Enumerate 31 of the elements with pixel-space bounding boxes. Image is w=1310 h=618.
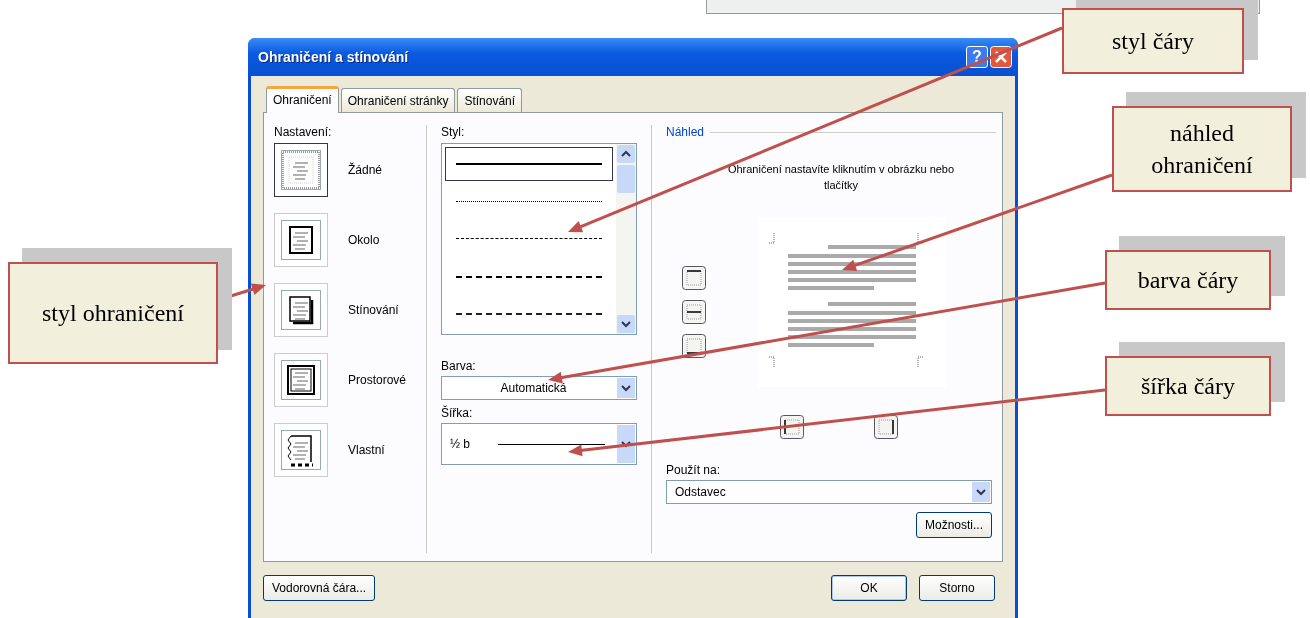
line-style-list[interactable] — [441, 143, 637, 335]
width-dropdown[interactable]: ½ b — [441, 423, 637, 465]
setting-label[interactable]: Žádné — [348, 163, 383, 177]
width-label: Šířka: — [441, 406, 474, 420]
cancel-button[interactable]: Storno — [919, 575, 995, 601]
line-style-option[interactable] — [445, 147, 613, 181]
scroll-thumb[interactable] — [617, 165, 635, 193]
preview-hint: Ohraničení nastavíte kliknutím v obrázku nebo tlačítky — [726, 162, 956, 193]
setting-label[interactable]: Vlastní — [348, 443, 385, 457]
border-toggle-icon[interactable] — [682, 300, 706, 324]
style-label: Styl: — [441, 125, 466, 139]
tab[interactable]: Ohraničení stránky — [340, 88, 456, 112]
settings-label: Nastavení: — [274, 125, 333, 139]
setting-label[interactable]: Okolo — [348, 233, 380, 247]
tab[interactable]: Ohraničení — [266, 86, 339, 113]
border-setting-icon[interactable] — [274, 143, 328, 197]
apply-to-dropdown[interactable]: Odstavec — [666, 480, 992, 504]
ok-button[interactable]: OK — [831, 575, 907, 601]
border-toggle-icon[interactable] — [874, 415, 898, 439]
color-label: Barva: — [441, 359, 477, 373]
scrollbar[interactable] — [616, 144, 636, 334]
window-title: Ohraničení a stínování — [258, 49, 410, 65]
setting-label[interactable]: Stínování — [348, 303, 399, 317]
preview-label: Náhled — [666, 125, 705, 139]
horizontal-line-button[interactable]: Vodorovná čára... — [263, 575, 376, 601]
color-dropdown[interactable]: Automatická — [441, 376, 637, 400]
apply-to-label: Použít na: — [666, 463, 722, 477]
options-button[interactable]: Možnosti... — [915, 512, 992, 538]
border-toggle-icon[interactable] — [682, 266, 706, 290]
tab[interactable]: Stínování — [457, 88, 523, 112]
setting-label[interactable]: Prostorové — [348, 373, 407, 387]
